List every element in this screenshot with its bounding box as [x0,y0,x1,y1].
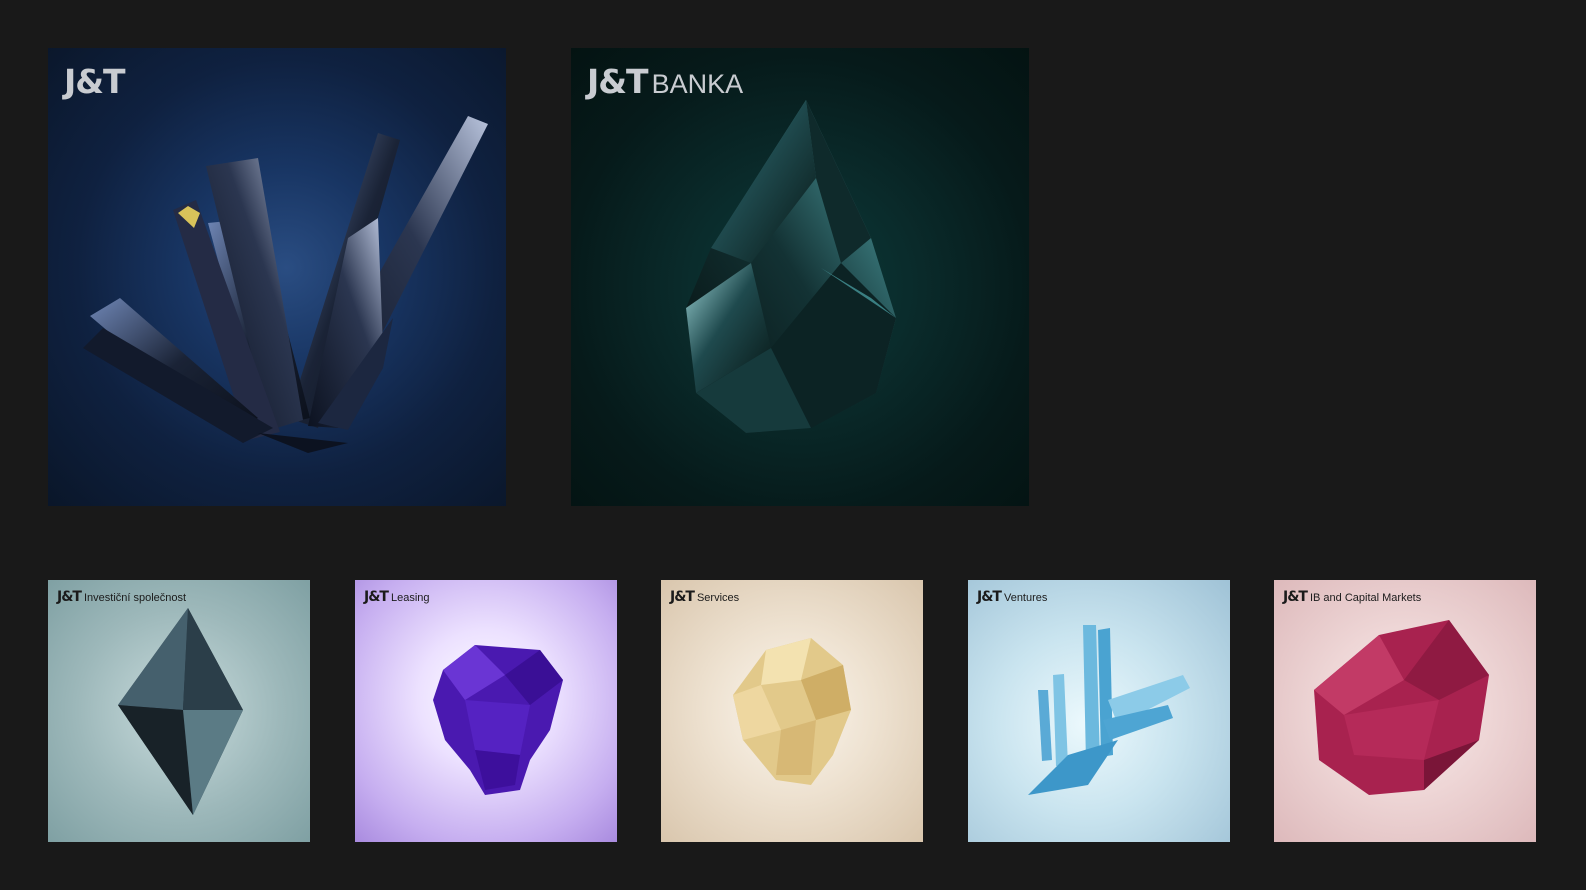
dark-blue-crystal-cluster-icon [83,116,488,453]
jt-banka-card[interactable]: J&T BANKA [571,48,1029,506]
jt-brand-card[interactable]: J&T [48,48,506,506]
investicni-spolecnost-card[interactable]: J&T Investiční společnost [48,580,310,842]
teal-crystal-icon [686,100,896,433]
leasing-card[interactable]: J&T Leasing [355,580,617,842]
purple-crystal-icon [433,645,563,795]
red-rhodochrosite-crystal-icon [1314,620,1489,795]
ventures-card[interactable]: J&T Ventures [968,580,1230,842]
dark-iridescent-crystal-icon [118,608,243,815]
ib-capital-markets-card[interactable]: J&T IB and Capital Markets [1274,580,1536,842]
services-card[interactable]: J&T Services [661,580,923,842]
golden-citrine-crystal-icon [733,638,851,785]
blue-aquamarine-cluster-icon [1028,625,1190,795]
